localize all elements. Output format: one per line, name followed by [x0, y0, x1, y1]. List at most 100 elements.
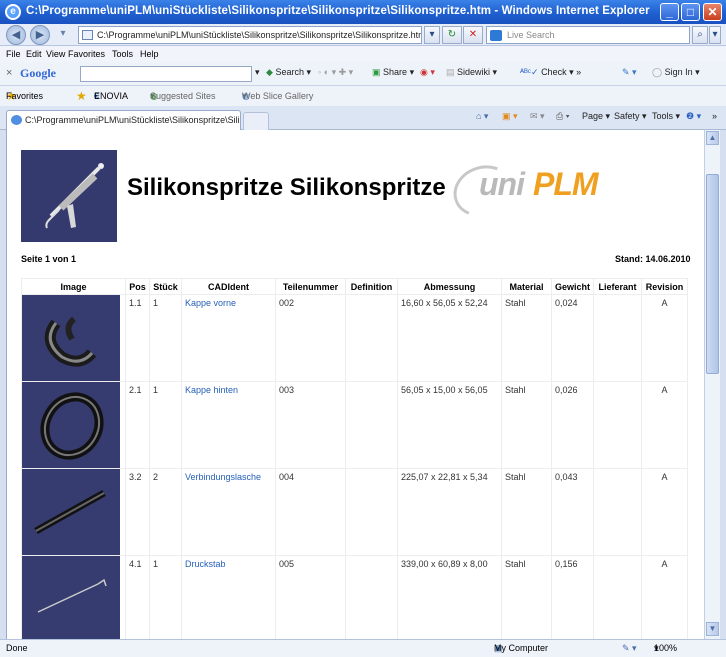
home-button[interactable]: ⌂ ▾ [476, 111, 488, 122]
window-title: C:\Programme\uniPLM\uniStückliste\Siliko… [26, 5, 650, 17]
tab-label: C:\Programme\uniPLM\uniStückliste\Siliko… [25, 115, 241, 125]
minimize-button[interactable]: _ [660, 3, 679, 21]
status-text: Done [6, 643, 28, 653]
col-definition: Definition [345, 278, 398, 295]
page-title: Silikonspritze Silikonspritze [127, 174, 446, 201]
row-revision: A [641, 381, 689, 469]
row-image-cell [21, 381, 126, 469]
page-menu-label: Page [582, 111, 604, 121]
address-input[interactable]: C:\Programme\uniPLM\uniStückliste\Siliko… [78, 26, 422, 44]
row-abmessung: 225,07 x 22,81 x 5,34 [397, 468, 502, 556]
sidewiki-button[interactable]: ▤ Sidewiki ▾ [446, 67, 497, 78]
search-options-button[interactable]: ▾ [709, 26, 721, 44]
stop-button[interactable]: ✕ [463, 26, 483, 44]
row-revision: A [641, 294, 689, 382]
scroll-thumb[interactable] [706, 174, 719, 374]
toolbar-misc-icons[interactable]: ◦ ◐ ▾ ✚ ▾ [318, 67, 353, 78]
address-dropdown-button[interactable]: ▾ [424, 26, 440, 44]
row-image-cell [21, 468, 126, 556]
menu-file[interactable]: File [6, 46, 21, 62]
logo-uni-text: uni [479, 166, 525, 202]
google-search-button[interactable]: ◆ Search ▾ [266, 67, 311, 78]
new-tab-button[interactable] [243, 112, 269, 130]
close-button[interactable]: ✕ [703, 3, 722, 21]
scroll-down-button[interactable]: ▼ [706, 622, 719, 636]
suggested-sites-link[interactable]: ◍ Suggested Sites ▾ [150, 86, 216, 106]
menu-view[interactable]: View [46, 46, 65, 62]
command-more[interactable]: » [712, 111, 717, 121]
col-cadident: CADIdent [181, 278, 276, 295]
page-menu[interactable]: Page ▾ [582, 111, 610, 122]
zoom-control[interactable]: ⌕ 100% ▾ [654, 640, 677, 657]
table-row: 1.1 1 Kappe vorne 002 16,60 x 56,05 x 52… [21, 294, 689, 382]
cadident-link[interactable]: Verbindungslasche [185, 472, 261, 482]
web-slice-label: Web Slice Gallery [242, 91, 314, 101]
feeds-button[interactable]: ▣ ▾ [502, 111, 518, 122]
row-revision: A [641, 468, 689, 556]
protected-mode-icon[interactable]: ✎ ▾ [622, 640, 637, 657]
web-slice-gallery-link[interactable]: ◍ Web Slice Gallery ▾ [242, 86, 313, 106]
menu-help[interactable]: Help [140, 46, 159, 62]
add-favorite-icon: ★ [76, 89, 87, 103]
spellcheck-button[interactable]: ᴬᴮᶜ✓ Check ▾ » [520, 67, 581, 78]
google-search-dropdown-icon[interactable]: ▾ [255, 67, 260, 78]
row-teilenummer: 004 [275, 468, 346, 556]
row-gewicht: 0,024 [550, 294, 595, 382]
row-revision: A [641, 555, 689, 639]
recent-pages-dropdown[interactable]: ▾ [52, 26, 74, 44]
print-button[interactable]: ⎙ ▾ [556, 111, 569, 122]
signin-button[interactable]: ◯ Sign In ▾ [652, 67, 700, 78]
enovia-label: ENOVIA [94, 91, 129, 101]
row-stueck: 1 [149, 294, 182, 382]
read-mail-button[interactable]: ✉ ▾ [530, 111, 545, 122]
table-header-row: Image Pos Stück CADIdent Teilenummer Def… [21, 278, 689, 295]
row-stueck: 1 [149, 381, 182, 469]
status-bar: Done ▣ My Computer ✎ ▾ ⌕ 100% ▾ [0, 639, 726, 657]
row-lieferant [593, 468, 643, 556]
search-button[interactable]: ⌕ [692, 26, 708, 44]
toolbar-more[interactable]: » [576, 67, 581, 77]
vertical-scrollbar[interactable]: ▲ ▼ [704, 130, 720, 639]
google-logo: Google [20, 66, 56, 81]
forward-button[interactable]: ▶ [30, 25, 50, 45]
scroll-up-button[interactable]: ▲ [706, 131, 719, 145]
row-abmessung: 16,60 x 56,05 x 52,24 [397, 294, 502, 382]
share-button[interactable]: ▣ Share ▾ [372, 67, 414, 78]
refresh-button[interactable]: ↻ [442, 26, 462, 44]
menu-tools[interactable]: Tools [112, 46, 133, 62]
live-search-input[interactable]: Live Search [486, 26, 690, 44]
tab-silikonspritze[interactable]: C:\Programme\uniPLM\uniStückliste\Siliko… [6, 110, 241, 130]
row-abmessung: 339,00 x 60,89 x 8,00 [397, 555, 502, 639]
suggested-sites-label: Suggested Sites [150, 91, 216, 101]
tools-menu[interactable]: Tools ▾ [652, 111, 680, 122]
google-search-input[interactable] [80, 66, 252, 82]
row-stueck: 1 [149, 555, 182, 639]
tab-bar: C:\Programme\uniPLM\uniStückliste\Siliko… [0, 106, 726, 130]
close-toolbar-icon[interactable]: × [6, 67, 12, 79]
safety-menu[interactable]: Safety ▾ [614, 111, 647, 122]
cadident-link[interactable]: Druckstab [185, 559, 226, 569]
check-label: Check [541, 67, 567, 77]
row-teilenummer: 005 [275, 555, 346, 639]
safety-menu-label: Safety [614, 111, 640, 121]
cadident-link[interactable]: Kappe vorne [185, 298, 236, 308]
col-abmessung: Abmessung [397, 278, 502, 295]
menu-edit[interactable]: Edit [26, 46, 42, 62]
row-lieferant [593, 555, 643, 639]
col-image: Image [21, 278, 126, 295]
col-revision: Revision [641, 278, 689, 295]
google-search-label: Search [275, 67, 304, 77]
back-button[interactable]: ◀ [6, 25, 26, 45]
zoom-level: 100% [654, 643, 678, 653]
help-button[interactable]: ❷ ▾ [686, 111, 701, 122]
row-definition [345, 294, 398, 382]
wrench-icon[interactable]: ✎ ▾ [622, 67, 637, 78]
table-row: 3.2 2 Verbindungslasche 004 225,07 x 22,… [21, 468, 689, 556]
menu-favorites[interactable]: Favorites [68, 46, 105, 62]
maximize-button[interactable]: □ [681, 3, 700, 21]
cadident-link[interactable]: Kappe hinten [185, 385, 238, 395]
bookmarks-button[interactable]: ◉ ▾ [420, 67, 435, 78]
row-pos: 1.1 [125, 294, 150, 382]
row-gewicht: 0,156 [550, 555, 595, 639]
row-pos: 3.2 [125, 468, 150, 556]
